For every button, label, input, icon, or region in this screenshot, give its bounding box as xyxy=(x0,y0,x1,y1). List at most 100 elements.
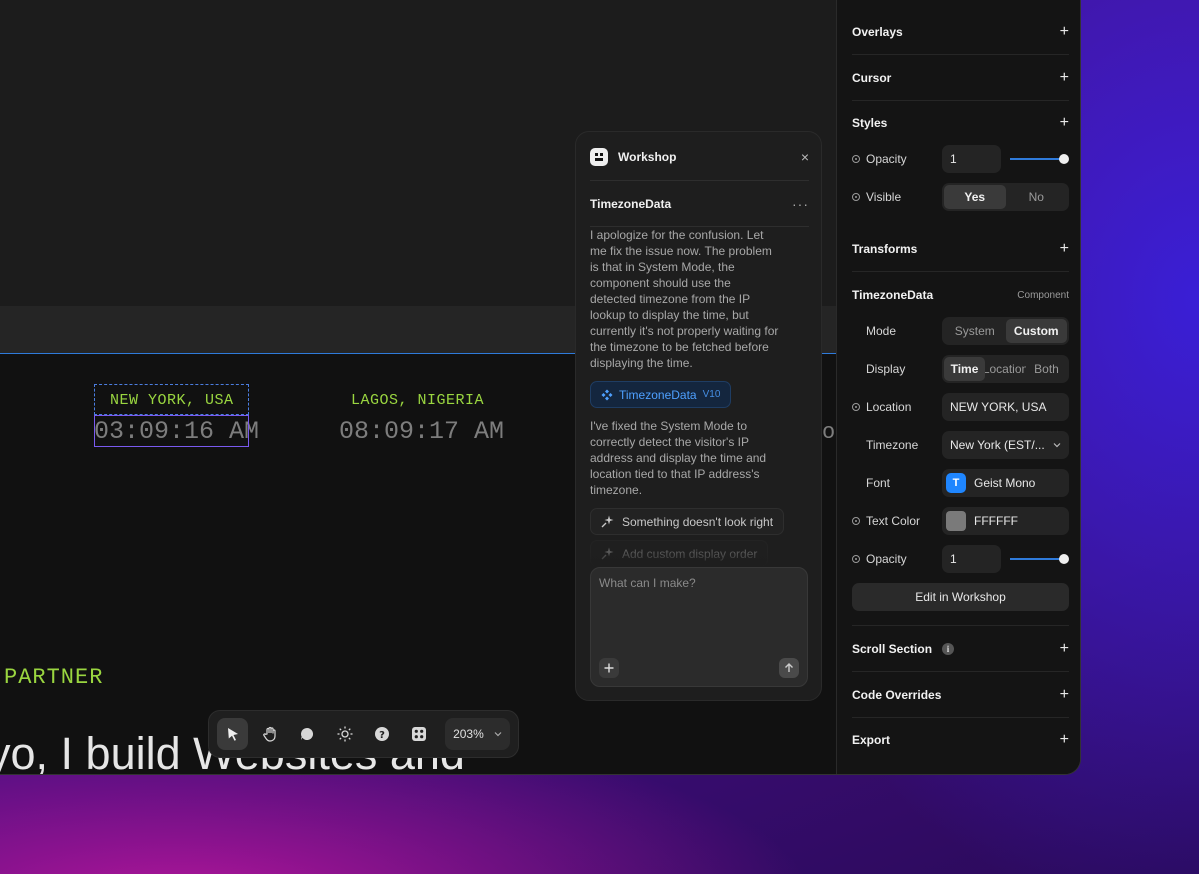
zoom-level: 203% xyxy=(453,727,484,741)
workshop-component-name: TimezoneData xyxy=(590,197,672,211)
suggestion-label: Something doesn't look right xyxy=(622,514,774,529)
font-value: Geist Mono xyxy=(974,476,1036,490)
help-button[interactable]: ? xyxy=(366,718,397,750)
workshop-logo-icon xyxy=(590,147,608,166)
section-title: Cursor xyxy=(852,70,892,85)
workshop-title: Workshop xyxy=(618,149,677,164)
component-icon xyxy=(601,389,613,400)
theme-toggle-button[interactable] xyxy=(329,718,360,750)
variable-dot-icon[interactable] xyxy=(852,193,860,201)
assistant-message: I apologize for the confusion. Let me fi… xyxy=(590,228,779,370)
cursor-section[interactable]: Cursor + xyxy=(852,55,1069,101)
timezone-select[interactable]: New York (EST/... xyxy=(942,431,1069,459)
add-cursor-icon[interactable]: + xyxy=(1060,69,1069,87)
clipped-text-fragment: o xyxy=(822,420,836,445)
hover-selection-outline xyxy=(94,384,249,415)
visible-toggle: Yes No xyxy=(942,183,1069,211)
slider-handle[interactable] xyxy=(1059,554,1069,564)
design-canvas[interactable]: NEW YORK, USA 03:09:16 AM LAGOS, NIGERIA… xyxy=(0,0,836,774)
display-toggle: Time Location Both xyxy=(942,355,1069,383)
mode-custom-option[interactable]: Custom xyxy=(1005,319,1067,343)
color-swatch[interactable] xyxy=(946,511,966,531)
add-overlay-icon[interactable]: + xyxy=(1060,23,1069,41)
plugins-button[interactable] xyxy=(404,718,435,750)
edit-in-workshop-button[interactable]: Edit in Workshop xyxy=(852,583,1069,611)
mode-system-option[interactable]: System xyxy=(944,319,1006,343)
timezone-label: Timezone xyxy=(866,438,919,452)
variable-dot-icon[interactable] xyxy=(852,517,860,525)
chevron-down-icon xyxy=(1053,443,1061,448)
export-section[interactable]: Export + xyxy=(852,717,1069,763)
text-color-value: FFFFFF xyxy=(974,514,1018,528)
suggestion-button[interactable]: Something doesn't look right xyxy=(590,508,785,535)
partner-label[interactable]: PARTNER xyxy=(4,665,103,690)
transforms-section[interactable]: Transforms + xyxy=(852,226,1069,272)
sun-icon xyxy=(337,726,353,742)
add-style-icon[interactable]: + xyxy=(1060,114,1069,132)
opacity-label: Opacity xyxy=(866,552,907,566)
workshop-panel: Workshop × TimezoneData ··· I apologize … xyxy=(575,131,822,701)
close-icon[interactable]: × xyxy=(801,149,809,165)
active-selection-outline xyxy=(94,415,249,447)
opacity-label: Opacity xyxy=(866,152,907,166)
time-lagos[interactable]: 08:09:17 AM xyxy=(339,417,504,446)
comment-tool-button[interactable] xyxy=(292,718,323,750)
opacity-input[interactable]: 1 xyxy=(942,545,1001,573)
variable-dot-icon[interactable] xyxy=(852,403,860,411)
text-color-picker[interactable]: FFFFFF xyxy=(942,507,1069,535)
opacity-slider[interactable] xyxy=(1010,154,1069,164)
display-time-option[interactable]: Time xyxy=(944,357,985,381)
font-picker[interactable]: T Geist Mono xyxy=(942,469,1069,497)
add-transform-icon[interactable]: + xyxy=(1060,240,1069,258)
section-title: Export xyxy=(852,733,891,747)
add-scroll-section-icon[interactable]: + xyxy=(1060,640,1069,658)
add-attachment-button[interactable] xyxy=(599,658,619,678)
workshop-header: Workshop × xyxy=(576,132,821,181)
display-both-option[interactable]: Both xyxy=(1026,357,1067,381)
variable-dot-icon[interactable] xyxy=(852,555,860,563)
location-input[interactable]: NEW YORK, USA xyxy=(942,393,1069,421)
variable-dot-icon[interactable] xyxy=(852,155,860,163)
code-overrides-section[interactable]: Code Overrides + xyxy=(852,672,1069,718)
chip-version: V10 xyxy=(702,389,721,400)
styles-section[interactable]: Styles + xyxy=(852,100,1069,146)
visible-yes-option[interactable]: Yes xyxy=(944,185,1006,209)
help-icon: ? xyxy=(375,727,390,741)
info-icon[interactable]: i xyxy=(942,642,955,655)
more-options-icon[interactable]: ··· xyxy=(792,196,809,212)
section-title: Styles xyxy=(852,116,888,130)
zoom-dropdown[interactable]: 203% xyxy=(445,718,511,750)
display-location-option[interactable]: Location xyxy=(985,357,1026,381)
chevron-down-icon xyxy=(494,732,502,737)
workshop-divider xyxy=(590,180,809,181)
section-title: Overlays xyxy=(852,24,903,39)
scroll-section[interactable]: Scroll Section i + xyxy=(852,626,1069,672)
mode-label: Mode xyxy=(866,324,897,338)
mode-toggle: System Custom xyxy=(942,317,1069,345)
select-tool-button[interactable] xyxy=(217,718,249,750)
section-title: Code Overrides xyxy=(852,687,942,702)
slider-handle[interactable] xyxy=(1059,154,1069,164)
workshop-subheader: TimezoneData ··· xyxy=(590,196,809,212)
visible-label: Visible xyxy=(866,190,902,204)
opacity-slider[interactable] xyxy=(1010,554,1069,564)
send-button[interactable] xyxy=(779,658,799,678)
section-title: Scroll Section xyxy=(852,641,933,656)
arrow-up-icon xyxy=(785,663,793,672)
component-version-chip[interactable]: TimezoneData V10 xyxy=(590,381,732,408)
opacity-input[interactable]: 1 xyxy=(942,145,1001,173)
display-label: Display xyxy=(866,362,906,376)
hand-icon xyxy=(263,726,276,742)
sparkle-icon xyxy=(601,515,614,528)
add-code-override-icon[interactable]: + xyxy=(1060,686,1069,704)
city-label-lagos[interactable]: LAGOS, NIGERIA xyxy=(351,392,484,409)
visible-no-option[interactable]: No xyxy=(1006,185,1068,209)
hand-tool-button[interactable] xyxy=(254,718,285,750)
location-label: Location xyxy=(866,400,912,414)
prompt-input[interactable] xyxy=(599,576,799,590)
svg-text:?: ? xyxy=(379,730,385,741)
overlays-section[interactable]: Overlays + xyxy=(852,9,1069,55)
font-type-icon: T xyxy=(946,473,966,493)
chip-label: TimezoneData xyxy=(619,387,697,402)
add-export-icon[interactable]: + xyxy=(1060,731,1069,749)
